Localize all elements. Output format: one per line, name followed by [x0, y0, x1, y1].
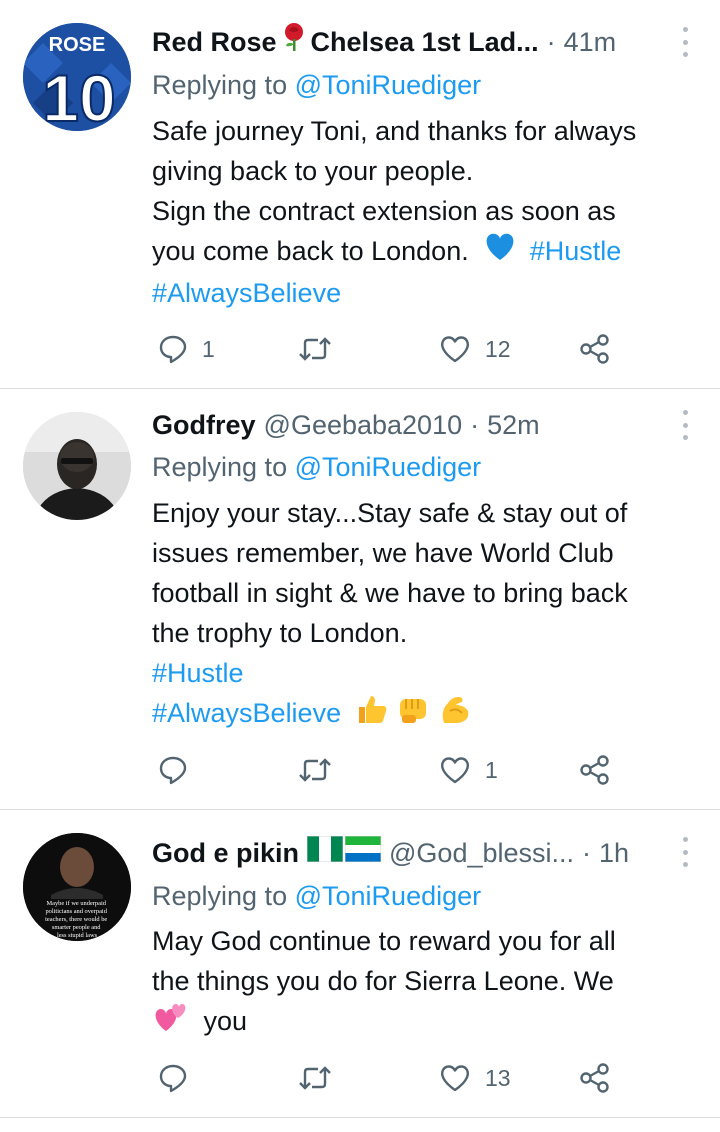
reply-button[interactable]: [158, 1058, 202, 1098]
tweet-actions: 13: [152, 1058, 672, 1098]
more-options-icon[interactable]: [680, 27, 690, 57]
tweet-text-line: May God continue to reward you for all: [152, 926, 616, 956]
tweet-text: Enjoy your stay...Stay safe & stay out o…: [152, 493, 704, 736]
avatar[interactable]: ROSE 10: [23, 23, 131, 131]
retweet-icon: [299, 1066, 331, 1090]
like-button[interactable]: 13: [439, 1058, 511, 1098]
hashtag-link[interactable]: #AlwaysBelieve: [152, 278, 341, 308]
tweet-text-line: football in sight & we have to bring bac…: [152, 578, 628, 608]
replying-prefix: Replying to: [152, 881, 288, 911]
tweet-header: God e pikin @God_blessi... · 1h: [152, 833, 674, 873]
tweet-actions: 1: [152, 750, 672, 790]
tweet-text-line: giving back to your people.: [152, 156, 474, 186]
tweet-text-line: Safe journey Toni, and thanks for always: [152, 116, 637, 146]
reply-icon: [159, 756, 187, 785]
tweet-header: Red Rose Chelsea 1st Lad... · 41m: [152, 22, 674, 62]
tweet-text: Safe journey Toni, and thanks for always…: [152, 111, 704, 313]
avatar[interactable]: [23, 412, 131, 520]
tweet-text-line: Enjoy your stay...Stay safe & stay out o…: [152, 498, 628, 528]
replying-handle-link[interactable]: @ToniRuediger: [295, 452, 482, 482]
avatar-text-rose: ROSE: [49, 34, 106, 56]
two-hearts-emoji-icon: [152, 1001, 188, 1044]
user-handle[interactable]: @Geebaba2010: [264, 405, 463, 445]
avatar-text-number: 10: [42, 61, 115, 131]
avatar[interactable]: Maybe if we underpaid politicians and ov…: [23, 833, 131, 941]
profile-photo-image: [23, 412, 131, 520]
user-handle[interactable]: @God_blessi...: [389, 833, 574, 873]
heart-icon: [441, 1065, 469, 1092]
reply-button[interactable]: 1: [158, 329, 215, 369]
retweet-button[interactable]: [298, 750, 346, 790]
separator-dot: ·: [546, 27, 556, 57]
like-count: 12: [485, 335, 511, 362]
tweet-actions: 1 12: [152, 329, 672, 369]
reply-count: 1: [202, 335, 215, 362]
tweet-text-line: you: [203, 1006, 248, 1036]
tweet-text: May God continue to reward you for all t…: [152, 921, 704, 1044]
more-options-icon[interactable]: [680, 410, 690, 440]
tweet-text-line: the trophy to London.: [152, 618, 408, 648]
reply-button[interactable]: [158, 750, 202, 790]
share-icon: [580, 334, 609, 364]
tweet-text-line: the things you do for Sierra Leone. We: [152, 966, 614, 996]
separator-dot: ·: [582, 838, 592, 868]
blue-heart-emoji-icon: [484, 232, 516, 273]
tweet-card[interactable]: Maybe if we underpaid politicians and ov…: [0, 810, 720, 1118]
replying-handle-link[interactable]: @ToniRuediger: [295, 70, 482, 100]
like-count: 13: [485, 1064, 511, 1091]
more-options-icon[interactable]: [680, 837, 690, 867]
hashtag-link[interactable]: #Hustle: [152, 658, 244, 688]
heart-icon: [441, 757, 469, 784]
like-count: 1: [485, 756, 498, 783]
share-icon: [580, 755, 609, 785]
retweet-button[interactable]: [298, 329, 346, 369]
separator-dot: ·: [470, 410, 480, 440]
display-name[interactable]: God e pikin: [152, 833, 299, 873]
thumbs-up-emoji-icon: [355, 693, 389, 736]
replying-to: Replying to @ToniRuediger: [152, 447, 481, 487]
fist-emoji-icon: [396, 693, 430, 736]
reply-icon: [159, 335, 187, 364]
share-button[interactable]: [579, 1058, 611, 1098]
tweet-text-line: Sign the contract extension as soon as: [152, 196, 616, 226]
rose-10-avatar-image: ROSE 10: [23, 23, 131, 131]
tweet-card[interactable]: ROSE 10 Red Rose Chelsea 1st Lad... · 41…: [0, 0, 720, 389]
nigeria-flag-icon: [306, 833, 344, 873]
timestamp[interactable]: 1h: [599, 833, 629, 873]
replying-handle-link[interactable]: @ToniRuediger: [295, 881, 482, 911]
display-name[interactable]: Godfrey: [152, 405, 256, 445]
tweet-header: Godfrey @Geebaba2010 · 52m: [152, 405, 674, 445]
flexed-biceps-emoji-icon: [438, 693, 472, 736]
rose-emoji-icon: [281, 22, 307, 63]
timestamp[interactable]: 52m: [487, 405, 540, 445]
retweet-button[interactable]: [298, 1058, 346, 1098]
profile-photo-image: Maybe if we underpaid politicians and ov…: [23, 833, 131, 941]
display-name[interactable]: Red Rose: [152, 22, 277, 62]
heart-icon: [441, 336, 469, 363]
like-button[interactable]: 1: [439, 750, 498, 790]
like-button[interactable]: 12: [439, 329, 511, 369]
tweet-card[interactable]: Godfrey @Geebaba2010 · 52m Replying to @…: [0, 389, 720, 810]
hashtag-link[interactable]: #Hustle: [530, 236, 622, 266]
share-button[interactable]: [579, 750, 611, 790]
retweet-icon: [299, 758, 331, 782]
retweet-icon: [299, 337, 331, 361]
replying-prefix: Replying to: [152, 452, 288, 482]
replying-to: Replying to @ToniRuediger: [152, 876, 481, 916]
replying-prefix: Replying to: [152, 70, 288, 100]
tweet-text-line: issues remember, we have World Club: [152, 538, 614, 568]
replying-to: Replying to @ToniRuediger: [152, 65, 481, 105]
timestamp[interactable]: 41m: [564, 22, 617, 62]
sierra-leone-flag-icon: [344, 833, 382, 873]
display-name-suffix[interactable]: Chelsea 1st Lad...: [311, 22, 539, 62]
share-button[interactable]: [579, 329, 611, 369]
share-icon: [580, 1063, 609, 1093]
tweet-text-line-with-tag: you come back to London. #Hustle: [152, 231, 704, 273]
reply-icon: [159, 1064, 187, 1093]
tweet-text-line: you come back to London.: [152, 236, 469, 266]
hashtag-link[interactable]: #AlwaysBelieve: [152, 698, 341, 728]
